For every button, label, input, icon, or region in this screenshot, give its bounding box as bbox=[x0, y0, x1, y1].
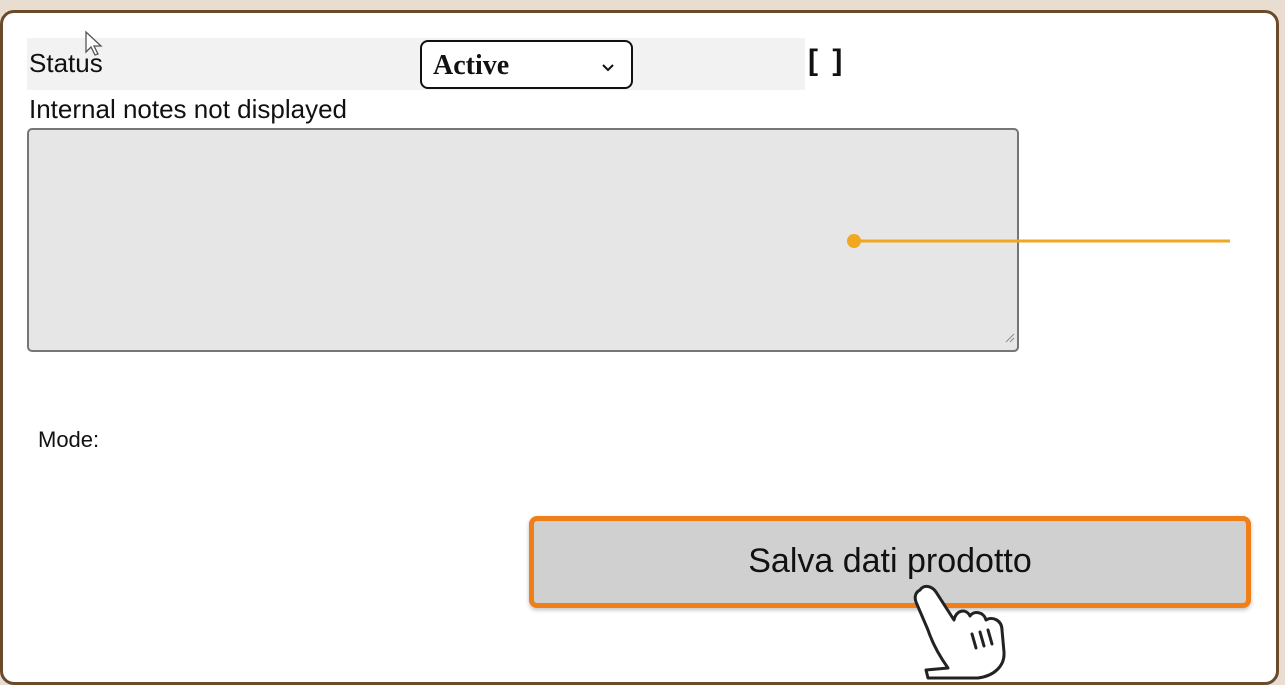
status-select-value: Active bbox=[433, 50, 510, 81]
empty-brackets: [ ] bbox=[808, 44, 846, 77]
resize-grip-icon[interactable] bbox=[1003, 330, 1015, 348]
hand-pointer-icon bbox=[908, 580, 1028, 685]
notes-label: Internal notes not displayed bbox=[29, 94, 347, 124]
chevron-down-icon bbox=[601, 60, 615, 78]
status-select[interactable]: Active bbox=[420, 40, 633, 89]
save-product-button[interactable]: Salva dati prodotto bbox=[529, 516, 1251, 608]
arrow-cursor-icon bbox=[84, 30, 104, 63]
annotation-pointer bbox=[846, 233, 1236, 254]
status-row bbox=[27, 38, 805, 90]
mode-label: Mode: bbox=[38, 427, 100, 452]
